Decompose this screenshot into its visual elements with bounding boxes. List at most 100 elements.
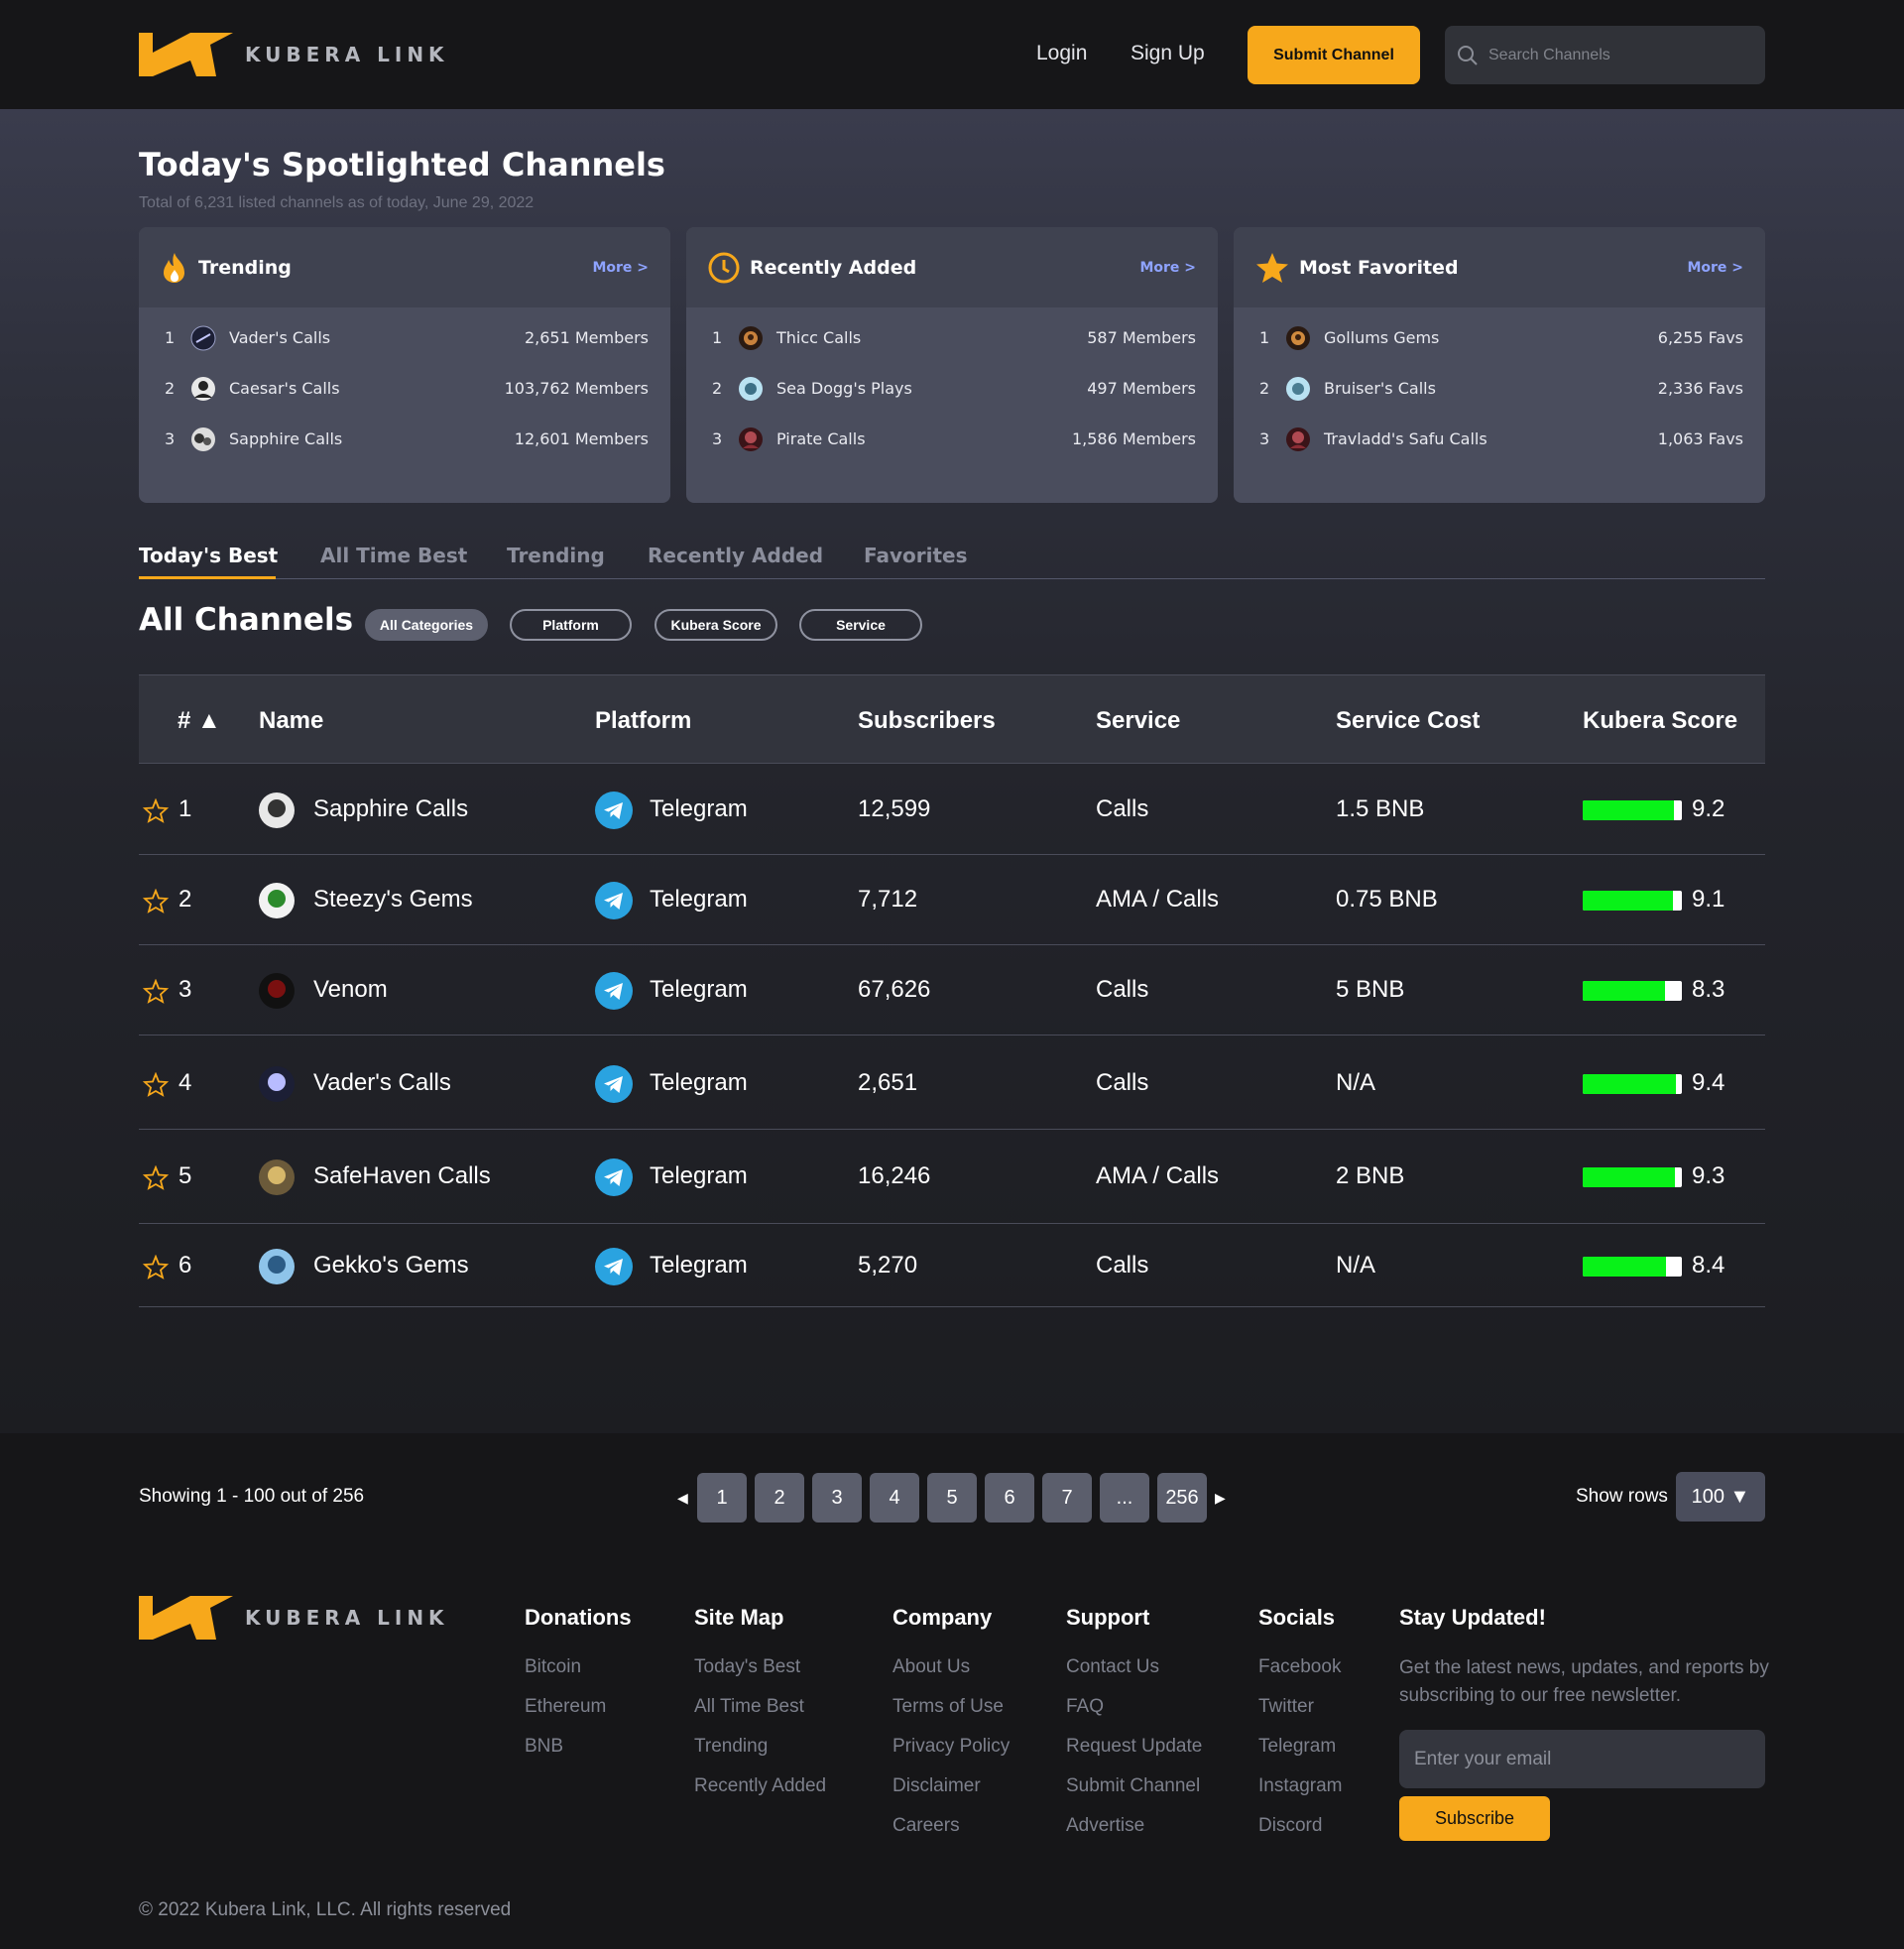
favorite-star-icon[interactable] [143,798,169,823]
page-button[interactable]: 7 [1042,1473,1092,1523]
list-item[interactable]: 1 Vader's Calls 2,651 Members [139,322,670,352]
footer-link[interactable]: Advertise [1066,1815,1144,1837]
filter-platform[interactable]: Platform [510,609,632,641]
login-link[interactable]: Login [1036,42,1087,65]
tab-trending[interactable]: Trending [507,544,605,567]
tab-recently-added[interactable]: Recently Added [648,544,823,567]
channel-name[interactable]: Steezy's Gems [313,886,473,914]
subscriber-count: 67,626 [858,976,931,1003]
footer-link[interactable]: Twitter [1258,1696,1314,1718]
page-button[interactable]: 1 [697,1473,747,1523]
footer-link[interactable]: BNB [525,1736,563,1758]
footer-link[interactable]: Disclaimer [892,1775,981,1797]
favorite-star-icon[interactable] [143,1165,169,1190]
footer-link[interactable]: All Time Best [694,1696,804,1718]
brand-logo[interactable]: KUBERA LINK [139,31,449,78]
col-rank-sort[interactable]: # ▲ [178,707,221,735]
footer-link[interactable]: Ethereum [525,1696,606,1718]
table-row[interactable]: 3 Venom Telegram 67,626 Calls 5 BNB 8.3 [139,945,1765,1035]
table-row[interactable]: 2 Steezy's Gems Telegram 7,712 AMA / Calls 0.… [139,855,1765,945]
filter-all-categories[interactable]: All Categories [365,609,488,641]
footer-link[interactable]: Discord [1258,1815,1322,1837]
page-button[interactable]: 6 [985,1473,1034,1523]
page-button[interactable]: 3 [812,1473,862,1523]
footer-link[interactable]: About Us [892,1656,970,1678]
footer-link[interactable]: Recently Added [694,1775,826,1797]
next-page-arrow[interactable]: ▶ [1215,1490,1226,1507]
table-row[interactable]: 4 Vader's Calls Telegram 2,651 Calls N/A 9.4 [139,1037,1765,1130]
footer-link[interactable]: Trending [694,1736,768,1758]
tab-all-time-best[interactable]: All Time Best [320,544,467,567]
email-field[interactable] [1414,1748,1751,1770]
subscribe-button[interactable]: Subscribe [1399,1796,1550,1841]
col-platform[interactable]: Platform [595,707,691,735]
kubera-logo-icon [139,1596,233,1640]
kubera-score-bar [1583,891,1682,911]
footer-col-title: Donations [525,1605,632,1630]
favorite-star-icon[interactable] [143,1255,169,1279]
favorite-star-icon[interactable] [143,889,169,914]
filter-kubera-score[interactable]: Kubera Score [654,609,777,641]
footer-link[interactable]: Today's Best [694,1656,800,1678]
tab-favorites[interactable]: Favorites [864,544,968,567]
list-item[interactable]: 1 Thicc Calls 587 Members [686,322,1218,352]
col-service[interactable]: Service [1096,707,1180,735]
channel-name[interactable]: SafeHaven Calls [313,1162,491,1190]
footer-col-title: Site Map [694,1605,784,1630]
tab-todays-best[interactable]: Today's Best [139,544,278,567]
col-name[interactable]: Name [259,707,323,735]
signup-link[interactable]: Sign Up [1130,42,1205,65]
page-button[interactable]: 5 [927,1473,977,1523]
footer-brand-logo[interactable]: KUBERA LINK [139,1594,449,1642]
page-button[interactable]: ... [1100,1473,1149,1523]
rows-per-page-select[interactable]: 100 ▼ [1676,1472,1765,1522]
service-cost: 2 BNB [1336,1162,1405,1189]
search-input[interactable] [1488,46,1756,64]
list-item[interactable]: 3 Travladd's Safu Calls 1,063 Favs [1234,424,1765,453]
channel-name[interactable]: Sapphire Calls [313,795,468,823]
page-button[interactable]: 4 [870,1473,919,1523]
channel-name[interactable]: Vader's Calls [313,1069,451,1097]
footer-link[interactable]: Privacy Policy [892,1736,1010,1758]
footer-link[interactable]: Terms of Use [892,1696,1004,1718]
table-row[interactable]: 5 SafeHaven Calls Telegram 16,246 AMA / Call… [139,1130,1765,1224]
card-title: Recently Added [750,256,917,279]
favorite-star-icon[interactable] [143,1072,169,1097]
page-button[interactable]: 2 [755,1473,804,1523]
more-link[interactable]: More > [1687,260,1743,276]
footer-link[interactable]: Request Update [1066,1736,1202,1758]
footer-link[interactable]: Telegram [1258,1736,1336,1758]
footer-link[interactable]: FAQ [1066,1696,1104,1718]
more-link[interactable]: More > [592,260,649,276]
footer-link[interactable]: Submit Channel [1066,1775,1200,1797]
footer-link[interactable]: Facebook [1258,1656,1341,1678]
col-kubera-score[interactable]: Kubera Score [1583,707,1737,735]
channel-name[interactable]: Gekko's Gems [313,1252,469,1279]
filter-service[interactable]: Service [799,609,922,641]
table-row[interactable]: 6 Gekko's Gems Telegram 5,270 Calls N/A 8.4 [139,1226,1765,1307]
footer-link[interactable]: Contact Us [1066,1656,1159,1678]
channel-name[interactable]: Venom [313,976,388,1004]
prev-page-arrow[interactable]: ◀ [677,1490,688,1507]
list-item[interactable]: 1 Gollums Gems 6,255 Favs [1234,322,1765,352]
spotlight-subtitle: Total of 6,231 listed channels as of tod… [139,194,535,211]
list-item[interactable]: 2 Caesar's Calls 103,762 Members [139,373,670,403]
submit-channel-button[interactable]: Submit Channel [1248,26,1420,84]
table-row[interactable]: 1 Sapphire Calls Telegram 12,599 Calls 1.5 BN… [139,765,1765,855]
platform-name: Telegram [650,1252,748,1279]
footer-link[interactable]: Bitcoin [525,1656,581,1678]
search-box[interactable] [1445,26,1765,84]
footer-link[interactable]: Instagram [1258,1775,1342,1797]
col-subscribers[interactable]: Subscribers [858,707,996,735]
page-button[interactable]: 256 [1157,1473,1207,1523]
list-item[interactable]: 2 Bruiser's Calls 2,336 Favs [1234,373,1765,403]
more-link[interactable]: More > [1139,260,1196,276]
email-field-wrapper[interactable] [1399,1730,1765,1788]
list-item[interactable]: 2 Sea Dogg's Plays 497 Members [686,373,1218,403]
favorite-star-icon[interactable] [143,979,169,1004]
col-service-cost[interactable]: Service Cost [1336,707,1480,735]
channel-name: Sapphire Calls [229,428,343,448]
footer-link[interactable]: Careers [892,1815,960,1837]
list-item[interactable]: 3 Pirate Calls 1,586 Members [686,424,1218,453]
list-item[interactable]: 3 Sapphire Calls 12,601 Members [139,424,670,453]
